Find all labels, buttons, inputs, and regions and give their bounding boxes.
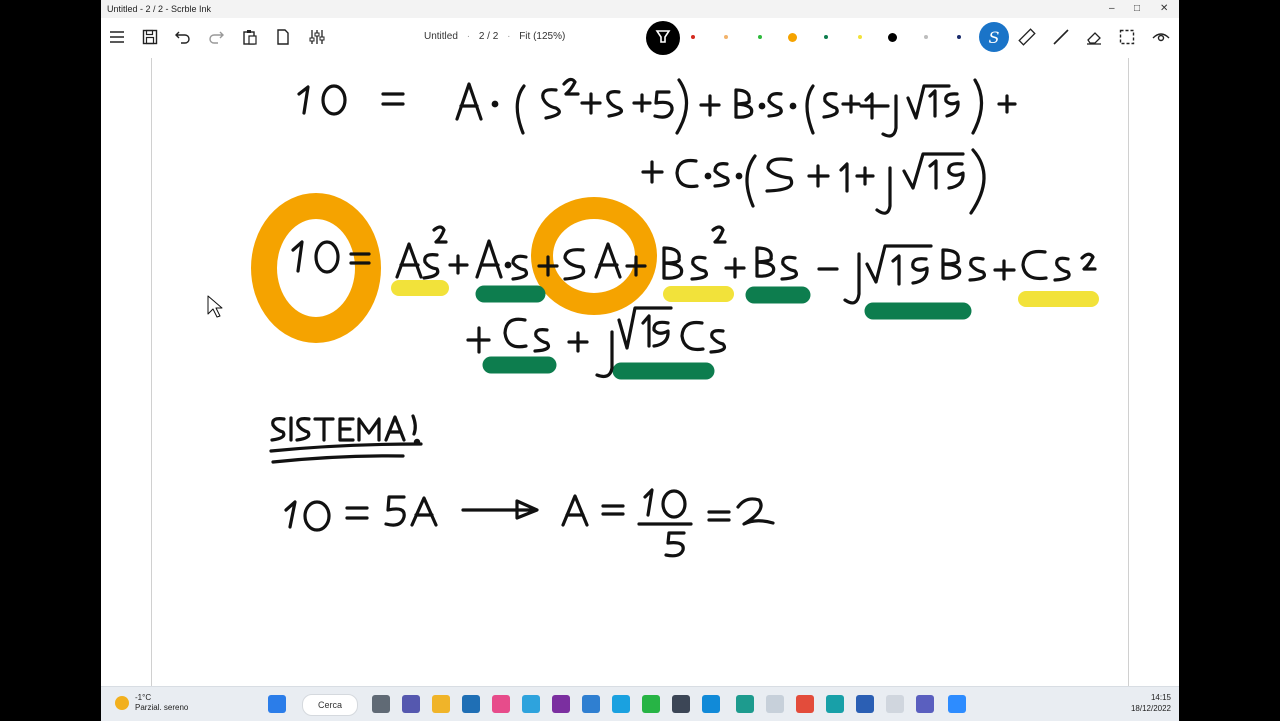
app-window: Untitled - 2 / 2 - Scrble Ink – □ ✕ Unti…: [101, 0, 1179, 721]
mouse-cursor-icon: [207, 295, 223, 318]
onenote-icon[interactable]: [552, 695, 570, 713]
eraser-icon[interactable]: [1083, 26, 1105, 48]
save-icon[interactable]: [139, 26, 161, 48]
edge-icon[interactable]: [736, 695, 754, 713]
orange-circle-10: [251, 193, 381, 343]
pen-color-swatch[interactable]: [957, 35, 962, 39]
lasso-select-icon[interactable]: [1116, 26, 1138, 48]
equation-line-2: [641, 148, 986, 215]
menu-icon[interactable]: [106, 26, 128, 48]
document-info: Untitled · 2 / 2 · Fit (125%): [424, 31, 566, 42]
app-icon[interactable]: [492, 695, 510, 713]
chrome-icon[interactable]: [796, 695, 814, 713]
system-tray[interactable]: 14:15 18/12/2022: [1131, 692, 1171, 714]
highlighter-tool[interactable]: [646, 21, 680, 55]
pen-color-swatch[interactable]: [691, 35, 695, 39]
clock-date: 18/12/2022: [1130, 704, 1171, 713]
redo-icon[interactable]: [205, 26, 227, 48]
start-button-icon[interactable]: [268, 695, 286, 713]
selected-tool-button[interactable]: S: [979, 22, 1009, 52]
window-title: Untitled - 2 / 2 - Scrble Ink: [107, 4, 212, 14]
equation-line-1: [297, 77, 1017, 138]
clock-time: 14:15: [1150, 693, 1171, 702]
settings-sliders-icon[interactable]: [306, 26, 328, 48]
mail-icon[interactable]: [462, 695, 480, 713]
orange-circle-5a: [531, 197, 657, 315]
scrble-ink-icon[interactable]: [766, 695, 784, 713]
document-name: Untitled: [424, 31, 458, 42]
pen-color-swatch[interactable]: [824, 35, 829, 39]
telegram-icon[interactable]: [522, 695, 540, 713]
whatsapp-icon[interactable]: [642, 695, 660, 713]
weather-sun-icon: [115, 696, 129, 710]
pen-color-swatch[interactable]: [888, 32, 898, 42]
ruler-icon[interactable]: [1016, 26, 1038, 48]
file-explorer-icon[interactable]: [432, 695, 450, 713]
pen-color-swatch[interactable]: [857, 35, 862, 39]
title-bar: Untitled - 2 / 2 - Scrble Ink – □ ✕: [101, 0, 1179, 18]
pen-color-swatch[interactable]: [788, 32, 798, 42]
skype-icon[interactable]: [612, 695, 630, 713]
ink-canvas[interactable]: [101, 58, 1179, 686]
pen-color-swatch[interactable]: [924, 35, 929, 39]
new-page-icon[interactable]: [272, 26, 294, 48]
taskbar: -1°C Parzial. sereno Cerca 14:15 18/12/2…: [101, 686, 1179, 721]
pen-color-swatch[interactable]: [724, 35, 729, 39]
line-tool-icon[interactable]: [1050, 26, 1072, 48]
app-icon-3[interactable]: [672, 695, 690, 713]
weather-widget[interactable]: -1°C Parzial. sereno: [115, 693, 188, 713]
app-icon-6[interactable]: [886, 695, 904, 713]
app-icon-5[interactable]: [826, 695, 844, 713]
paste-icon[interactable]: [239, 26, 261, 48]
word-icon[interactable]: [856, 695, 874, 713]
task-view-icon[interactable]: [372, 695, 390, 713]
maximize-button[interactable]: □: [1134, 3, 1140, 14]
app-icon-2[interactable]: [582, 695, 600, 713]
teams-icon[interactable]: [916, 695, 934, 713]
chat-icon[interactable]: [402, 695, 420, 713]
weather-description: Parzial. sereno: [135, 703, 189, 712]
minimize-button[interactable]: –: [1109, 3, 1115, 14]
handwriting-layer: [207, 77, 1099, 558]
view-eye-icon[interactable]: [1150, 26, 1172, 48]
zoom-icon[interactable]: [948, 695, 966, 713]
temperature: -1°C: [135, 693, 152, 702]
search-box[interactable]: Cerca: [302, 694, 358, 716]
close-button[interactable]: ✕: [1160, 3, 1168, 14]
toolbar: Untitled · 2 / 2 · Fit (125%) S: [101, 18, 1179, 59]
app-icon-4[interactable]: [702, 695, 720, 713]
pen-color-swatch[interactable]: [757, 35, 762, 39]
undo-icon[interactable]: [172, 26, 194, 48]
zoom-level[interactable]: Fit (125%): [519, 31, 565, 42]
page-indicator[interactable]: 2 / 2: [479, 31, 498, 42]
highlighter-icon: [653, 26, 673, 51]
system-equation: [284, 488, 775, 558]
sistema-heading: [269, 414, 423, 464]
